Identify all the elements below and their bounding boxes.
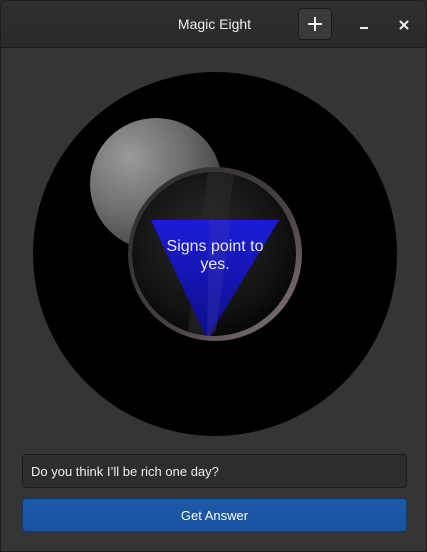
minimize-button[interactable] bbox=[352, 13, 376, 37]
answer-text: Signs point to yes. bbox=[166, 238, 264, 273]
new-button[interactable] bbox=[298, 8, 332, 40]
get-answer-button[interactable]: Get Answer bbox=[22, 498, 407, 532]
close-button[interactable] bbox=[392, 13, 416, 37]
magic-eight-ball[interactable]: Signs point to yes. bbox=[1, 49, 426, 441]
minimize-icon bbox=[360, 27, 368, 29]
question-input[interactable] bbox=[22, 454, 407, 488]
app-window: Magic Eight Signs point to yes. Do you t… bbox=[0, 0, 427, 552]
close-icon bbox=[399, 20, 409, 30]
get-answer-label: Get Answer bbox=[180, 507, 249, 523]
title-bar[interactable]: Magic Eight bbox=[1, 1, 426, 48]
plus-icon bbox=[308, 17, 322, 31]
